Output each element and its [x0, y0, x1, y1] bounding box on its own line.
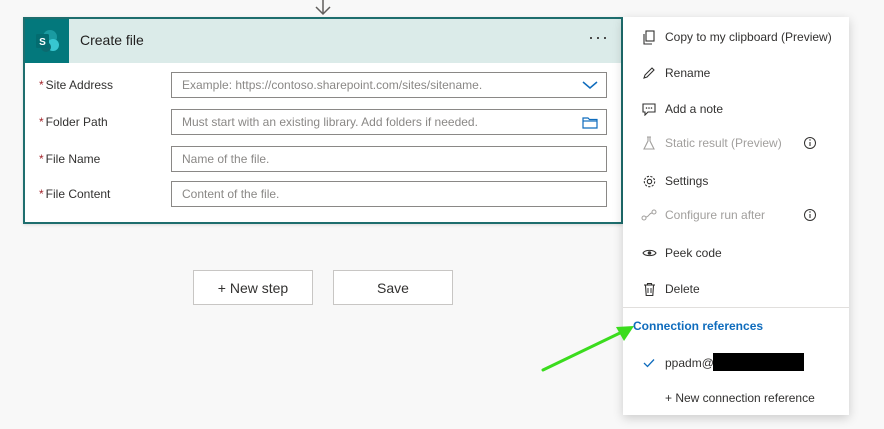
file-content-input[interactable]: Content of the file.: [171, 181, 607, 207]
menu-item-label: Add a note: [665, 102, 724, 116]
svg-text:S: S: [39, 37, 46, 48]
trash-icon: [641, 281, 657, 297]
pencil-icon: [641, 65, 657, 81]
menu-item-delete[interactable]: Delete: [623, 273, 849, 305]
site-address-label: * Site Address: [39, 78, 114, 92]
copy-icon: [641, 29, 657, 45]
menu-item-label: Delete: [665, 282, 700, 296]
info-icon[interactable]: [803, 208, 817, 222]
menu-item-settings[interactable]: Settings: [623, 165, 849, 197]
flask-icon: [641, 135, 657, 151]
redaction-block: [713, 353, 804, 371]
connector-arrow-icon: [315, 0, 331, 16]
menu-item-label: Settings: [665, 174, 709, 188]
menu-item-peek-code[interactable]: Peek code: [623, 237, 849, 269]
file-name-label: * File Name: [39, 152, 101, 166]
run-after-icon: [641, 207, 657, 223]
menu-item-label: Configure run after: [665, 208, 766, 222]
required-marker: *: [39, 115, 44, 129]
folder-icon[interactable]: [582, 110, 598, 134]
menu-item-label: Static result (Preview): [665, 136, 782, 150]
annotation-arrow-icon: [541, 326, 634, 372]
menu-item-configure-run-after[interactable]: Configure run after: [623, 199, 849, 231]
menu-item-label: Rename: [665, 66, 711, 80]
menu-item-copy-to-clipboard[interactable]: Copy to my clipboard (Preview): [623, 21, 849, 53]
menu-divider: [623, 307, 849, 308]
info-icon[interactable]: [803, 136, 817, 150]
action-title[interactable]: Create file: [80, 32, 144, 48]
menu-item-label: Copy to my clipboard (Preview): [665, 30, 832, 44]
eye-icon: [641, 245, 657, 261]
site-address-dropdown[interactable]: Example: https://contoso.sharepoint.com/…: [171, 72, 607, 98]
file-content-placeholder: Content of the file.: [182, 187, 280, 201]
required-marker: *: [39, 78, 44, 92]
menu-item-rename[interactable]: Rename: [623, 57, 849, 89]
chevron-down-icon[interactable]: [582, 73, 598, 97]
required-marker: *: [39, 187, 44, 201]
note-icon: [641, 101, 657, 117]
menu-item-new-connection-reference[interactable]: + New connection reference: [623, 382, 849, 414]
create-file-action-card[interactable]: S Create file ··· * Site Address Example:…: [23, 17, 623, 224]
menu-item-label: Peek code: [665, 246, 722, 260]
file-name-placeholder: Name of the file.: [182, 152, 270, 166]
file-name-input[interactable]: Name of the file.: [171, 146, 607, 172]
checkmark-icon: [641, 355, 657, 371]
file-content-label: * File Content: [39, 187, 111, 201]
more-options-icon[interactable]: ···: [588, 27, 609, 47]
connection-references-heading: Connection references: [633, 319, 764, 333]
folder-path-placeholder: Must start with an existing library. Add…: [182, 115, 478, 129]
folder-path-label: * Folder Path: [39, 115, 108, 129]
new-step-button[interactable]: + New step: [193, 270, 313, 305]
required-marker: *: [39, 152, 44, 166]
sharepoint-icon: S: [25, 19, 69, 63]
site-address-placeholder: Example: https://contoso.sharepoint.com/…: [182, 78, 483, 92]
menu-item-add-a-note[interactable]: Add a note: [623, 93, 849, 125]
gear-icon: [641, 173, 657, 189]
menu-item-static-result[interactable]: Static result (Preview): [623, 127, 849, 159]
save-button[interactable]: Save: [333, 270, 453, 305]
action-card-header[interactable]: S Create file ···: [25, 19, 621, 63]
folder-path-input[interactable]: Must start with an existing library. Add…: [171, 109, 607, 135]
connection-label: ppadm@: [665, 356, 714, 370]
new-connection-label: + New connection reference: [665, 391, 815, 405]
